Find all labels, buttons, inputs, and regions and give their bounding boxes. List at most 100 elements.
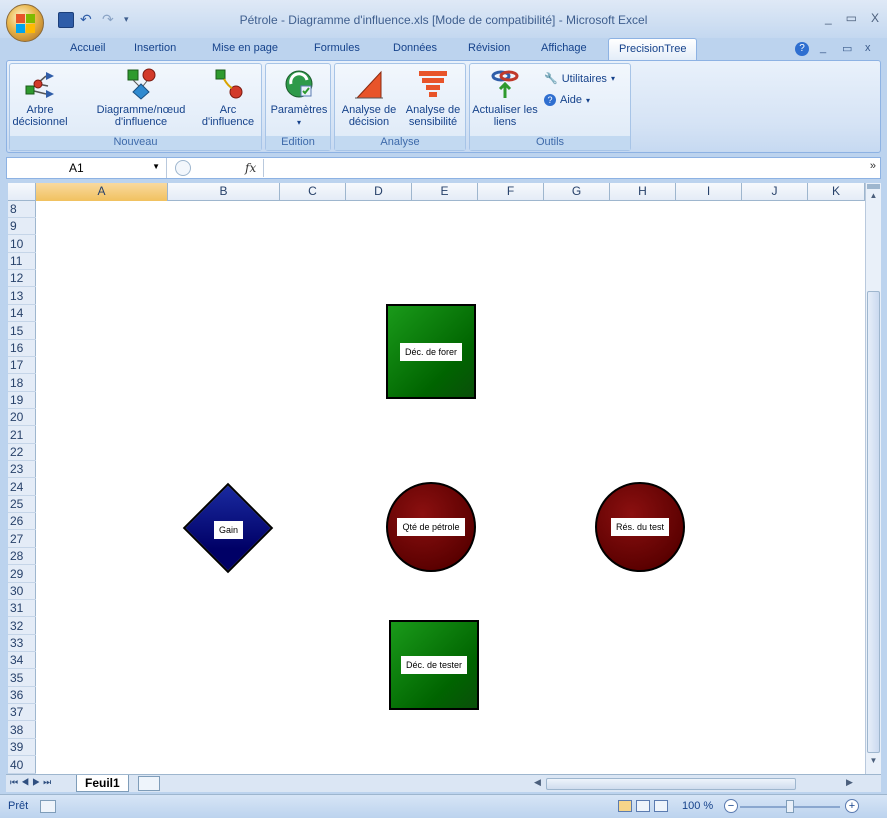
column-header[interactable]: C: [280, 183, 346, 201]
value-node-gain[interactable]: Gain: [182, 482, 274, 574]
row-header[interactable]: 11: [8, 253, 36, 271]
analyse-sensibilite-button[interactable]: Analyse de sensibilité: [401, 68, 465, 128]
row-header[interactable]: 10: [8, 236, 36, 253]
row-header[interactable]: 9: [8, 218, 36, 236]
page-break-view-icon[interactable]: [654, 800, 668, 812]
row-header[interactable]: 14: [8, 305, 36, 323]
hscroll-left-icon[interactable]: ◀: [534, 777, 541, 788]
help-icon[interactable]: ?: [795, 42, 809, 56]
column-header[interactable]: K: [808, 183, 865, 201]
office-button[interactable]: [6, 4, 44, 42]
formula-bar-circle-icon[interactable]: [175, 160, 191, 176]
minimize-button[interactable]: _: [825, 11, 832, 25]
worksheet-grid[interactable]: A B C D E F G H I J K 8 9 10 11 12 13 14 15 16 17…: [8, 183, 865, 774]
scroll-up-icon[interactable]: ▲: [867, 191, 880, 205]
row-header[interactable]: 31: [8, 600, 36, 618]
column-header[interactable]: I: [676, 183, 742, 201]
column-header[interactable]: B: [168, 183, 280, 201]
name-box-dropdown-icon[interactable]: ▼: [152, 162, 160, 171]
row-header[interactable]: 20: [8, 409, 36, 427]
arc-influence-button[interactable]: Arc d'influence: [196, 68, 260, 128]
row-header[interactable]: 21: [8, 427, 36, 444]
zoom-in-icon[interactable]: +: [845, 799, 859, 813]
vertical-scrollbar[interactable]: ▲ ▼: [865, 183, 881, 774]
row-header[interactable]: 33: [8, 635, 36, 652]
row-header[interactable]: 37: [8, 704, 36, 722]
normal-view-icon[interactable]: [618, 800, 632, 812]
row-header[interactable]: 35: [8, 670, 36, 687]
expand-formula-bar-icon[interactable]: »: [870, 160, 876, 172]
ribbon-minimize-icon[interactable]: _: [820, 42, 826, 54]
scroll-down-icon[interactable]: ▼: [867, 756, 880, 770]
tab-insertion[interactable]: Insertion: [134, 42, 176, 54]
column-header[interactable]: F: [478, 183, 544, 201]
select-all-corner[interactable]: [8, 183, 36, 201]
actualiser-liens-button[interactable]: Actualiser les liens: [472, 68, 538, 128]
tab-accueil[interactable]: Accueil: [70, 42, 105, 54]
row-header[interactable]: 18: [8, 375, 36, 392]
insert-sheet-icon[interactable]: [138, 776, 160, 791]
aide-button[interactable]: ? Aide ▾: [544, 94, 590, 106]
row-header[interactable]: 36: [8, 687, 36, 705]
row-header[interactable]: 27: [8, 531, 36, 548]
zoom-level[interactable]: 100 %: [682, 800, 713, 812]
column-header[interactable]: G: [544, 183, 610, 201]
decision-node-tester[interactable]: Déc. de tester: [389, 620, 479, 710]
row-header[interactable]: 19: [8, 392, 36, 409]
row-header[interactable]: 40: [8, 757, 36, 774]
column-header[interactable]: A: [36, 183, 168, 201]
row-header[interactable]: 16: [8, 340, 36, 357]
utilitaires-button[interactable]: 🔧 Utilitaires ▾: [544, 72, 615, 86]
row-header[interactable]: 28: [8, 548, 36, 566]
column-header[interactable]: D: [346, 183, 412, 201]
tab-formules[interactable]: Formules: [314, 42, 360, 54]
chance-node-test[interactable]: Rés. du test: [595, 482, 685, 572]
maximize-button[interactable]: ▭: [846, 11, 857, 25]
row-header[interactable]: 24: [8, 479, 36, 496]
row-header[interactable]: 8: [8, 201, 36, 218]
insert-function-icon[interactable]: fx: [245, 161, 256, 175]
row-header[interactable]: 12: [8, 270, 36, 288]
row-header[interactable]: 29: [8, 566, 36, 583]
sheet-tab-feuil1[interactable]: Feuil1: [76, 775, 129, 792]
page-layout-view-icon[interactable]: [636, 800, 650, 812]
close-button[interactable]: X: [871, 11, 879, 25]
formula-input[interactable]: [263, 159, 853, 177]
row-header[interactable]: 23: [8, 461, 36, 479]
column-header[interactable]: E: [412, 183, 478, 201]
hscroll-right-icon[interactable]: ▶: [846, 777, 853, 788]
horizontal-scroll-thumb[interactable]: [546, 778, 796, 790]
decision-node-forer[interactable]: Déc. de forer: [386, 304, 476, 399]
row-header[interactable]: 17: [8, 357, 36, 375]
row-header[interactable]: 26: [8, 513, 36, 531]
split-box-icon[interactable]: [867, 184, 880, 189]
parametres-button[interactable]: Paramètres ▾: [268, 68, 330, 129]
row-header[interactable]: 30: [8, 583, 36, 600]
chance-node-petrole[interactable]: Qté de pétrole: [386, 482, 476, 572]
arbre-decisionnel-button[interactable]: Arbre décisionnel: [12, 68, 68, 128]
analyse-decision-button[interactable]: Analyse de décision: [337, 68, 401, 128]
zoom-out-icon[interactable]: −: [724, 799, 738, 813]
column-header[interactable]: J: [742, 183, 808, 201]
tab-mise-en-page[interactable]: Mise en page: [212, 42, 278, 54]
row-header[interactable]: 32: [8, 618, 36, 635]
tab-donnees[interactable]: Données: [393, 42, 437, 54]
zoom-slider-knob[interactable]: [786, 800, 794, 813]
row-header[interactable]: 15: [8, 323, 36, 340]
row-header[interactable]: 25: [8, 496, 36, 514]
diagramme-noeud-button[interactable]: Diagramme/nœud d'influence: [88, 68, 194, 128]
tab-revision[interactable]: Révision: [468, 42, 510, 54]
ribbon-restore-icon[interactable]: ▭: [842, 42, 852, 55]
sheet-nav-icons[interactable]: ⏮◀▶⏭: [10, 777, 54, 788]
row-header[interactable]: 13: [8, 288, 36, 305]
vertical-scroll-thumb[interactable]: [867, 291, 880, 753]
row-header[interactable]: 38: [8, 722, 36, 739]
ribbon-close-icon[interactable]: x: [865, 42, 871, 54]
row-header[interactable]: 22: [8, 444, 36, 462]
row-header[interactable]: 34: [8, 652, 36, 670]
tab-affichage[interactable]: Affichage: [541, 42, 587, 54]
row-header[interactable]: 39: [8, 739, 36, 757]
name-box[interactable]: A1 ▼: [7, 158, 167, 178]
tab-precisiontree[interactable]: PrecisionTree: [608, 38, 698, 61]
macro-record-icon[interactable]: [40, 800, 56, 813]
